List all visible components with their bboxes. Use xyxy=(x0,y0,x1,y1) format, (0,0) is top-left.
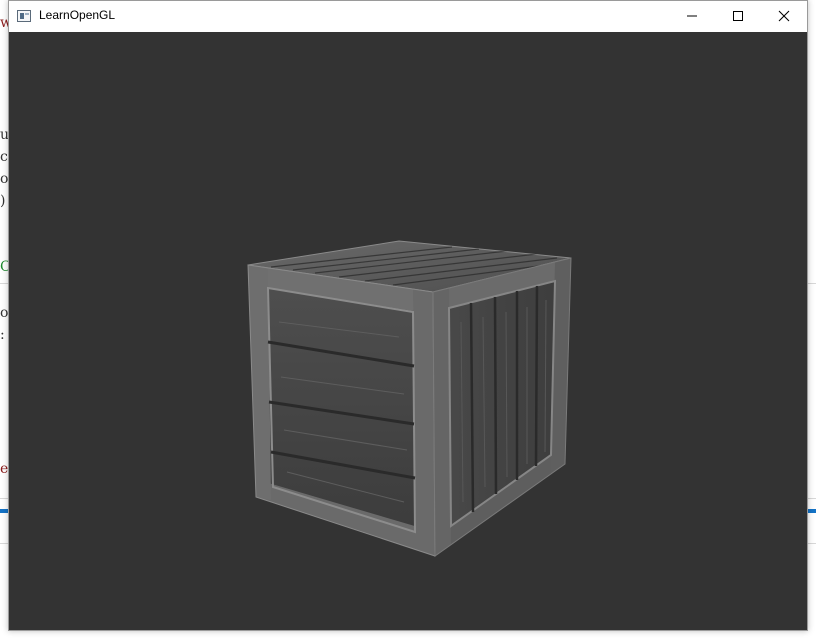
close-button[interactable] xyxy=(761,1,807,32)
learnopengl-window: LearnOpenGL xyxy=(8,0,808,631)
maximize-icon xyxy=(733,11,743,21)
minimize-icon xyxy=(687,15,697,17)
background-code-glyph: c xyxy=(0,149,8,165)
title-bar[interactable]: LearnOpenGL xyxy=(9,1,807,32)
maximize-button[interactable] xyxy=(715,1,761,32)
background-divider xyxy=(0,543,8,544)
background-code-glyph: : xyxy=(0,327,5,343)
background-divider xyxy=(808,498,816,499)
background-accent-bar xyxy=(808,509,816,513)
app-window-icon xyxy=(17,10,31,22)
background-divider xyxy=(0,498,8,499)
background-accent-bar xyxy=(0,509,8,513)
background-divider xyxy=(808,283,816,284)
window-title: LearnOpenGL xyxy=(39,8,116,22)
opengl-viewport[interactable] xyxy=(9,32,807,630)
background-code-glyph: ) xyxy=(0,193,6,209)
wooden-crate xyxy=(247,240,572,557)
background-divider xyxy=(0,283,8,284)
close-icon xyxy=(778,10,790,22)
minimize-button[interactable] xyxy=(669,1,715,32)
background-divider xyxy=(808,543,816,544)
